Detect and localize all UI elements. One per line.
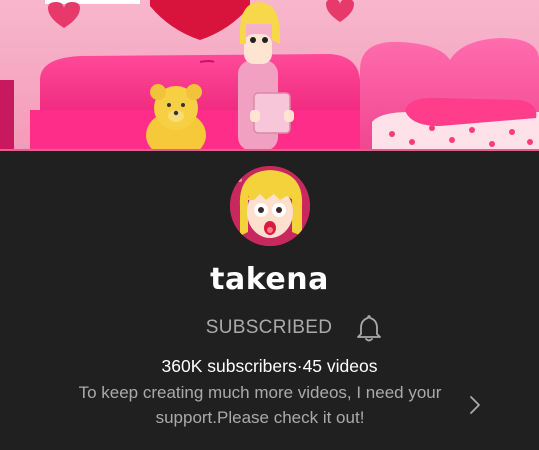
channel-page: takena SUBSCRIBED 360K subscribers·45 vi… (0, 0, 539, 450)
bell-icon[interactable] (355, 313, 383, 343)
channel-avatar[interactable] (230, 166, 310, 246)
channel-banner (0, 0, 539, 151)
subscriber-count: 360K subscribers (161, 356, 297, 376)
banner-image (0, 0, 539, 151)
channel-name: takena (210, 262, 329, 297)
subscribe-row: SUBSCRIBED (0, 310, 539, 346)
subscribed-button[interactable]: SUBSCRIBED (196, 314, 342, 342)
chevron-right-icon[interactable] (467, 394, 483, 416)
channel-description[interactable]: To keep creating much more videos, I nee… (40, 380, 480, 430)
avatar-image (230, 166, 310, 246)
video-count: 45 videos (302, 356, 378, 376)
channel-stats: 360K subscribers·45 videos (0, 354, 539, 378)
